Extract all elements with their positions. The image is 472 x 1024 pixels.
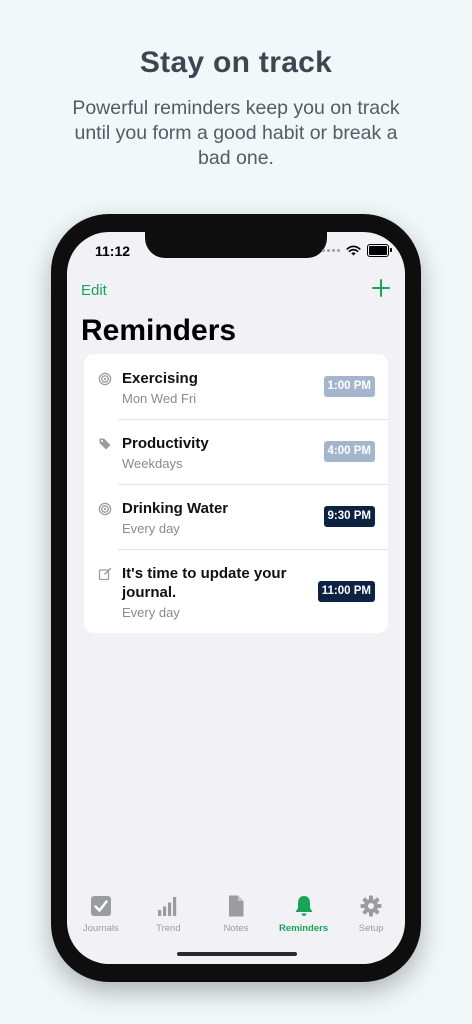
signal-dots-icon (322, 249, 340, 252)
hero-subtitle: Powerful reminders keep you on track unt… (72, 97, 400, 169)
status-icons (322, 244, 392, 257)
tab-label: Notes (223, 923, 249, 934)
tab-label: Setup (358, 923, 384, 934)
hero-title: Stay on track (139, 46, 333, 79)
home-indicator[interactable] (177, 952, 297, 956)
target-icon (98, 502, 112, 516)
reminder-row-drinking-water[interactable]: Drinking Water Every day 9:30 PM (84, 484, 388, 549)
time-badge: 1:00 PM (323, 376, 375, 397)
battery-icon (367, 244, 392, 257)
phone-screen: 11:12 Edit Reminders Exercising Mon Wed … (67, 232, 405, 964)
reminder-title: Productivity (122, 435, 209, 452)
reminder-row-journal[interactable]: It's time to update your journal. Every … (84, 549, 388, 633)
journal-edit-icon (98, 567, 112, 581)
notch (145, 232, 327, 258)
reminder-row-productivity[interactable]: Productivity Weekdays 4:00 PM (84, 419, 388, 484)
tag-icon (99, 438, 111, 450)
reminder-row-exercising[interactable]: Exercising Mon Wed Fri 1:00 PM (84, 354, 388, 419)
plus-icon[interactable] (369, 276, 393, 300)
phone-frame: 11:12 Edit Reminders Exercising Mon Wed … (51, 214, 421, 982)
tab-label: Reminders (279, 923, 329, 934)
tab-label: Journals (82, 923, 119, 934)
document-icon (228, 895, 244, 917)
reminder-schedule: Every day (122, 605, 180, 620)
reminder-title: It's time to update your journal. (122, 565, 287, 601)
tab-journals[interactable]: Journals (67, 880, 134, 964)
gear-icon (360, 895, 382, 917)
time-badge: 4:00 PM (323, 441, 375, 462)
edit-button[interactable]: Edit (81, 282, 107, 299)
reminder-title: Drinking Water (122, 500, 229, 517)
time-badge: 11:00 PM (317, 581, 375, 602)
reminder-title: Exercising (122, 370, 198, 387)
bell-icon (295, 896, 313, 916)
tab-setup[interactable]: Setup (338, 880, 405, 964)
bar-chart-icon (158, 897, 177, 916)
time-badge: 9:30 PM (323, 506, 375, 527)
target-icon (98, 372, 112, 386)
tab-label: Trend (156, 923, 181, 934)
checkbox-icon (90, 896, 111, 916)
wifi-icon (346, 245, 361, 256)
reminder-list: Exercising Mon Wed Fri 1:00 PM Productiv… (84, 354, 388, 633)
page-title: Reminders (81, 314, 237, 347)
status-time: 11:12 (95, 243, 131, 259)
